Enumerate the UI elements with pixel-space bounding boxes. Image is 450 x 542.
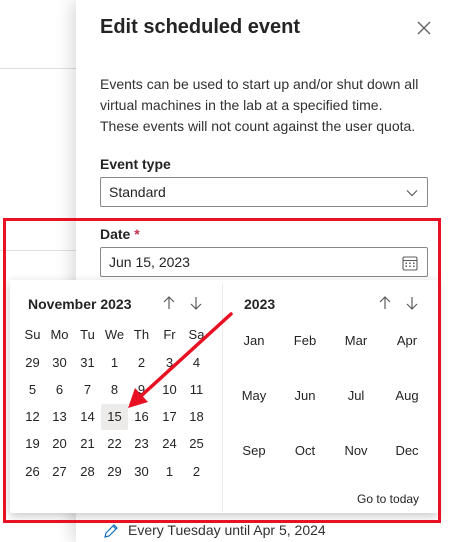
month-option[interactable]: Mar — [330, 328, 382, 354]
calendar-day[interactable]: 29 — [19, 350, 46, 376]
arrow-down-icon — [406, 297, 418, 310]
calendar-day[interactable]: 31 — [74, 350, 101, 376]
event-type-value: Standard — [109, 184, 166, 200]
pencil-icon — [104, 524, 118, 538]
date-picker-input[interactable]: Jun 15, 2023 — [100, 247, 428, 277]
calendar-month-title[interactable]: November 2023 — [28, 296, 132, 312]
calendar-day[interactable]: 16 — [128, 404, 155, 430]
previous-year-button[interactable] — [377, 295, 393, 311]
calendar-day[interactable]: 7 — [74, 377, 101, 403]
calendar-day[interactable]: 2 — [128, 350, 155, 376]
calendar-day[interactable]: 17 — [156, 404, 183, 430]
previous-month-button[interactable] — [161, 295, 177, 311]
calendar-day[interactable]: 21 — [74, 431, 101, 457]
calendar-day[interactable]: 30 — [128, 459, 155, 485]
calendar-day[interactable]: 1 — [101, 350, 128, 376]
month-option[interactable]: Jun — [279, 383, 331, 409]
calendar-day[interactable]: 4 — [183, 350, 210, 376]
calendar-day[interactable]: 26 — [19, 459, 46, 485]
calendar-day[interactable]: 10 — [156, 377, 183, 403]
calendar-day[interactable]: 30 — [46, 350, 73, 376]
calendar-day[interactable]: 20 — [46, 431, 73, 457]
weekday-header: Su — [24, 327, 41, 342]
calendar-day[interactable]: 12 — [19, 404, 46, 430]
arrow-up-icon — [163, 296, 175, 309]
calendar-day[interactable]: 24 — [156, 431, 183, 457]
arrow-down-icon — [190, 297, 202, 310]
weekday-header: Sa — [188, 327, 205, 342]
calendar-icon[interactable] — [401, 254, 419, 272]
calendar-day[interactable]: 14 — [74, 404, 101, 430]
month-option[interactable]: Oct — [279, 438, 331, 464]
month-option[interactable]: May — [228, 383, 280, 409]
calendar-day-selected[interactable]: 15 — [101, 404, 128, 430]
panel-description: Events can be used to start up and/or sh… — [100, 76, 419, 134]
recurrence-text: Every Tuesday until Apr 5, 2024 — [128, 522, 326, 538]
arrow-up-icon — [379, 296, 391, 309]
calendar-day[interactable]: 28 — [74, 459, 101, 485]
go-to-today-link[interactable]: Go to today — [357, 492, 419, 506]
calendar-day[interactable]: 11 — [183, 377, 210, 403]
date-value: Jun 15, 2023 — [109, 254, 190, 270]
month-option[interactable]: Dec — [381, 438, 433, 464]
calendar-year-title[interactable]: 2023 — [244, 296, 275, 312]
chevron-down-icon — [406, 190, 418, 197]
next-year-button[interactable] — [404, 295, 420, 311]
calendar-day[interactable]: 9 — [128, 377, 155, 403]
event-type-label: Event type — [100, 156, 171, 172]
calendar-day[interactable]: 1 — [156, 459, 183, 485]
month-option[interactable]: Feb — [279, 328, 331, 354]
calendar-day[interactable]: 2 — [183, 459, 210, 485]
month-option[interactable]: Jul — [330, 383, 382, 409]
calendar-day[interactable]: 22 — [101, 431, 128, 457]
calendar-day[interactable]: 6 — [46, 377, 73, 403]
background-divider — [0, 68, 76, 69]
calendar-day[interactable]: 8 — [101, 377, 128, 403]
calendar-day[interactable]: 25 — [183, 431, 210, 457]
month-option[interactable]: Nov — [330, 438, 382, 464]
month-option[interactable]: Sep — [228, 438, 280, 464]
calendar-day[interactable]: 19 — [19, 431, 46, 457]
month-option[interactable]: Apr — [381, 328, 433, 354]
calendar-day[interactable]: 5 — [19, 377, 46, 403]
date-label-text: Date — [100, 226, 131, 242]
panel-title: Edit scheduled event — [100, 16, 301, 38]
weekday-header: We — [104, 327, 125, 342]
month-option[interactable]: Aug — [381, 383, 433, 409]
month-option[interactable]: Jan — [228, 328, 280, 354]
weekday-header: Fr — [163, 327, 176, 342]
next-month-button[interactable] — [188, 295, 204, 311]
date-label: Date * — [100, 226, 140, 242]
calendar-day[interactable]: 23 — [128, 431, 155, 457]
weekday-header: Th — [133, 327, 150, 342]
calendar-day[interactable]: 13 — [46, 404, 73, 430]
calendar-day[interactable]: 3 — [156, 350, 183, 376]
close-button[interactable] — [414, 18, 434, 38]
calendar-day[interactable]: 18 — [183, 404, 210, 430]
calendar-day[interactable]: 27 — [46, 459, 73, 485]
weekday-header: Mo — [50, 327, 69, 342]
required-asterisk: * — [134, 226, 140, 242]
calendar-day[interactable]: 29 — [101, 459, 128, 485]
event-type-dropdown[interactable]: Standard — [100, 177, 428, 207]
background-divider — [0, 250, 76, 251]
calendar-divider — [222, 284, 223, 512]
weekday-header: Tu — [80, 327, 95, 342]
close-icon — [417, 21, 431, 35]
